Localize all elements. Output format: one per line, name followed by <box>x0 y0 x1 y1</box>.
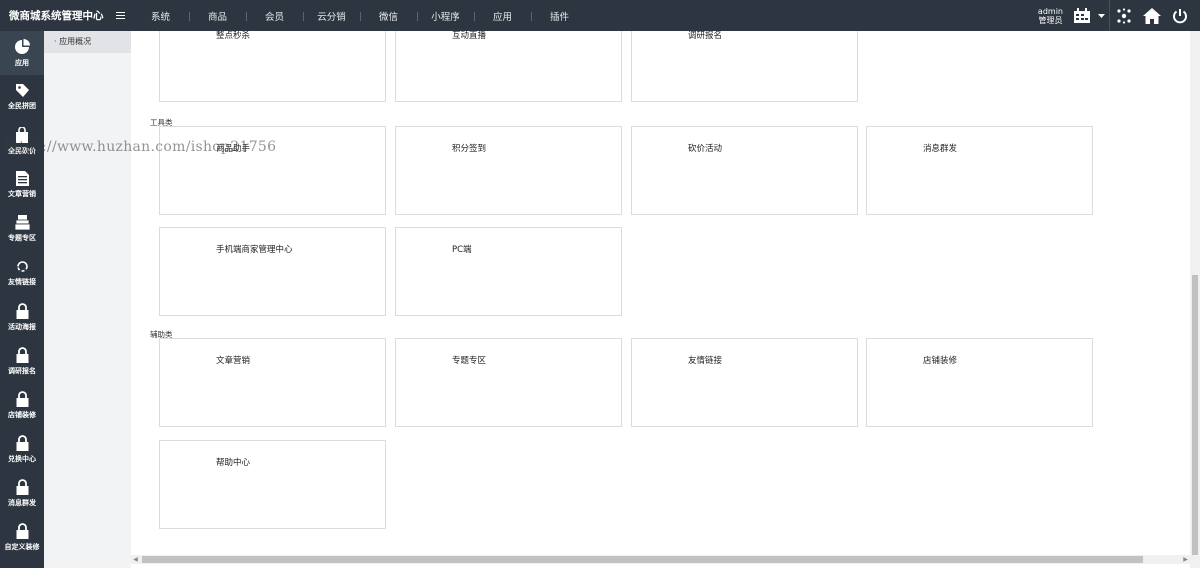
nav-item-plugins[interactable]: 插件 <box>531 9 588 23</box>
card-label: 积分签到 <box>452 144 487 154</box>
app-card-topics[interactable]: 专题专区 <box>395 338 622 427</box>
caret-down-icon[interactable] <box>1093 0 1109 31</box>
sidebar-item-label: 专题专区 <box>8 234 36 242</box>
card-label: PC端 <box>452 245 472 255</box>
network-icon[interactable] <box>1110 0 1138 31</box>
link-icon <box>16 261 28 272</box>
document-icon <box>15 171 29 186</box>
card-label: 商品助手 <box>216 144 251 154</box>
sidebar-item-posters[interactable]: 活动海报 <box>0 295 44 339</box>
nav-item-miniprogram[interactable]: 小程序 <box>417 9 474 23</box>
sidebar-item-label: 应用 <box>15 58 29 67</box>
pie-chart-icon <box>15 38 30 54</box>
sidebar-item-exchange[interactable]: 兑换中心 <box>0 427 44 471</box>
card-label: 店铺装修 <box>923 356 958 366</box>
bag-icon <box>16 126 28 143</box>
nav-item-system[interactable]: 系统 <box>132 9 189 23</box>
sidebar-item-label: 调研报名 <box>8 366 36 375</box>
sidebar: 应用 全民拼团 全民砍价 文章营销 专题专区 友情链接 活动海报 调研报名 店铺… <box>0 31 44 568</box>
scroll-right-icon[interactable]: ▶ <box>1181 555 1190 564</box>
app-card-goods-helper[interactable]: 商品助手 <box>159 126 386 215</box>
card-label: 调研报名 <box>688 31 723 41</box>
app-card-links[interactable]: 友情链接 <box>631 338 858 427</box>
card-label: 砍价活动 <box>688 144 723 154</box>
card-label: 友情链接 <box>688 356 723 366</box>
sidebar-item-custom-decor[interactable]: 自定义装修 <box>0 515 44 559</box>
card-label: 手机端商家管理中心 <box>216 245 293 255</box>
sidebar-item-group-buy[interactable]: 全民拼团 <box>0 75 44 119</box>
app-card-bargain[interactable]: 砍价活动 <box>631 126 858 215</box>
card-label: 互动直播 <box>452 31 487 41</box>
menu-icon[interactable] <box>108 0 132 31</box>
sidebar-item-label: 全民拼团 <box>8 102 36 110</box>
app-card-checkin[interactable]: 积分签到 <box>395 126 622 215</box>
sidebar-item-label: 全民砍价 <box>8 146 36 155</box>
home-icon[interactable] <box>1138 0 1166 31</box>
spacer <box>1194 0 1200 31</box>
sidebar-item-broadcast[interactable]: 消息群发 <box>0 471 44 515</box>
app-card-live[interactable]: 互动直播 <box>395 31 622 102</box>
sub-nav: · 应用概况 <box>44 31 131 568</box>
sidebar-item-topics[interactable]: 专题专区 <box>0 207 44 251</box>
app-title: 微商城系统管理中心 <box>9 10 104 22</box>
app-card-pc[interactable]: PC端 <box>395 227 622 316</box>
card-label: 整点秒杀 <box>216 31 251 41</box>
lock-icon <box>16 522 28 539</box>
card-label: 文章营销 <box>216 356 251 366</box>
lock-icon <box>16 390 28 407</box>
user-name: admin <box>1037 6 1063 16</box>
nav-item-wechat[interactable]: 微信 <box>360 9 417 23</box>
user-info[interactable]: admin 管理员 <box>1038 7 1063 25</box>
power-icon[interactable] <box>1166 0 1194 31</box>
vertical-scrollbar[interactable] <box>1190 31 1200 568</box>
sidebar-item-links[interactable]: 友情链接 <box>0 251 44 295</box>
sidebar-item-bargain[interactable]: 全民砍价 <box>0 119 44 163</box>
app-card-survey[interactable]: 调研报名 <box>631 31 858 102</box>
main-content: 整点秒杀 互动直播 调研报名 工具类 商品助手 积分签到 砍价活动 消息群发 手… <box>131 31 1200 568</box>
app-card-shop-decor[interactable]: 店铺装修 <box>866 338 1093 427</box>
lock-icon <box>16 302 28 319</box>
lock-icon <box>16 434 28 451</box>
lock-icon <box>16 346 28 363</box>
main-nav: 系统 商品 会员 云分销 微信 小程序 应用 插件 <box>132 0 588 31</box>
top-right-tools: admin 管理员 <box>1038 0 1200 31</box>
sidebar-item-survey[interactable]: 调研报名 <box>0 339 44 383</box>
horizontal-scrollbar[interactable]: ◀ ▶ <box>131 555 1190 564</box>
scroll-left-icon[interactable]: ◀ <box>131 555 140 564</box>
sidebar-item-apps[interactable]: 应用 <box>0 31 44 75</box>
nav-item-members[interactable]: 会员 <box>246 9 303 23</box>
lock-icon <box>16 478 28 495</box>
sidebar-item-label: 店铺装修 <box>8 410 36 419</box>
sidebar-item-label: 文章营销 <box>8 190 36 198</box>
app-card-articles[interactable]: 文章营销 <box>159 338 386 427</box>
sidebar-item-label: 友情链接 <box>8 278 36 286</box>
tag-icon <box>15 84 29 97</box>
card-label: 帮助中心 <box>216 458 251 468</box>
app-card-broadcast[interactable]: 消息群发 <box>866 126 1093 215</box>
horizontal-scrollbar-thumb[interactable] <box>142 556 1143 563</box>
user-role: 管理员 <box>1038 15 1063 25</box>
nav-item-distribution[interactable]: 云分销 <box>303 9 360 23</box>
vertical-scrollbar-thumb[interactable] <box>1192 275 1198 555</box>
card-label: 消息群发 <box>923 144 958 154</box>
sidebar-item-label: 自定义装修 <box>4 542 40 551</box>
sidebar-item-label: 兑换中心 <box>8 454 36 463</box>
subnav-item-label: 应用概况 <box>59 37 92 46</box>
subnav-item-app-overview[interactable]: · 应用概况 <box>44 31 131 53</box>
top-bar: 微商城系统管理中心 系统 商品 会员 云分销 微信 小程序 应用 插件 admi… <box>0 0 1200 31</box>
nav-item-goods[interactable]: 商品 <box>189 9 246 23</box>
calendar-icon[interactable] <box>1071 0 1093 31</box>
nav-item-apps[interactable]: 应用 <box>474 9 531 23</box>
sidebar-item-shop-decor[interactable]: 店铺装修 <box>0 383 44 427</box>
card-label: 专题专区 <box>452 356 487 366</box>
stack-icon <box>14 215 30 230</box>
app-card-help[interactable]: 帮助中心 <box>159 440 386 529</box>
sidebar-item-label: 消息群发 <box>8 498 36 507</box>
sidebar-item-articles[interactable]: 文章营销 <box>0 163 44 207</box>
app-card-flash-sale[interactable]: 整点秒杀 <box>159 31 386 102</box>
app-card-mobile-merchant[interactable]: 手机端商家管理中心 <box>159 227 386 316</box>
sidebar-item-label: 活动海报 <box>8 322 36 331</box>
